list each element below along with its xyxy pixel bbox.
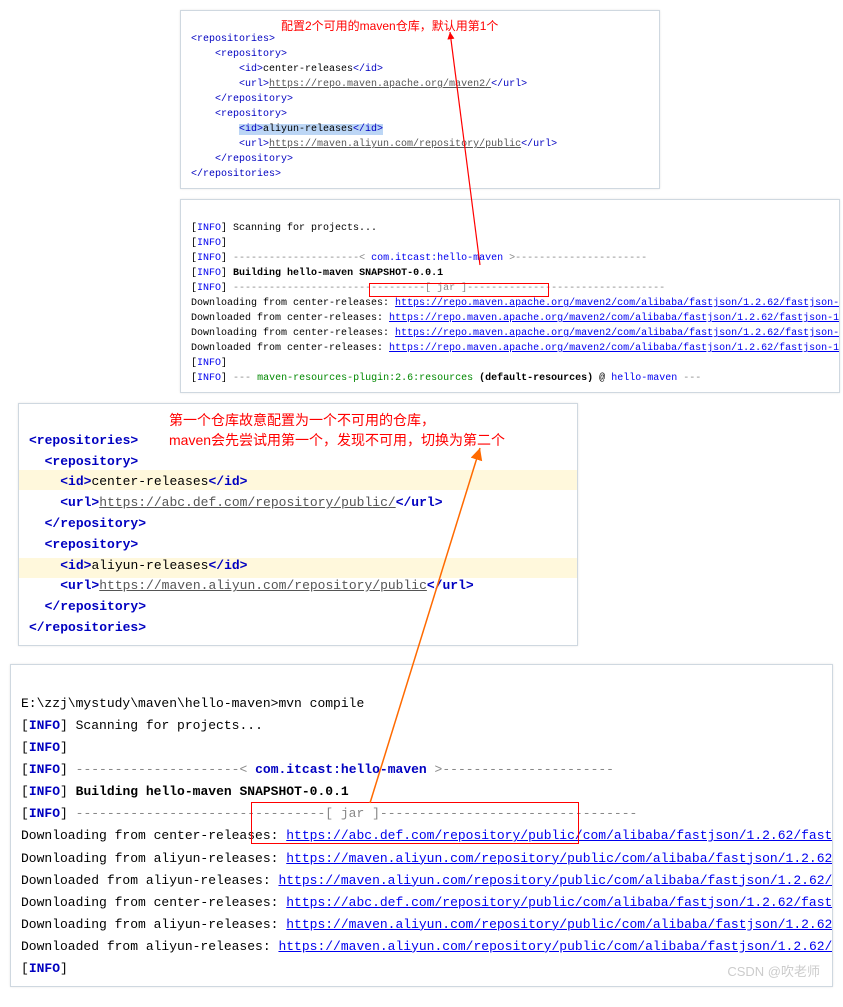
xml-code-2: <repositories> <repository> <id>center-r…	[19, 404, 577, 645]
xml-config-panel-1: 配置2个可用的maven仓库，默认用第1个 <repositories> <re…	[180, 10, 660, 189]
build-log-panel-1: [INFO] Scanning for projects... [INFO] […	[180, 199, 840, 393]
build-log-panel-2: E:\zzj\mystudy\maven\hello-maven>mvn com…	[10, 664, 833, 987]
build-log-1: [INFO] Scanning for projects... [INFO] […	[181, 200, 839, 392]
xml-config-panel-2: 第一个仓库故意配置为一个不可用的仓库， maven会先尝试用第一个，发现不可用，…	[18, 403, 578, 646]
watermark: CSDN @吹老师	[727, 961, 820, 980]
build-log-2: E:\zzj\mystudy\maven\hello-maven>mvn com…	[11, 665, 832, 986]
xml-code-1: <repositories> <repository> <id>center-r…	[181, 11, 659, 188]
